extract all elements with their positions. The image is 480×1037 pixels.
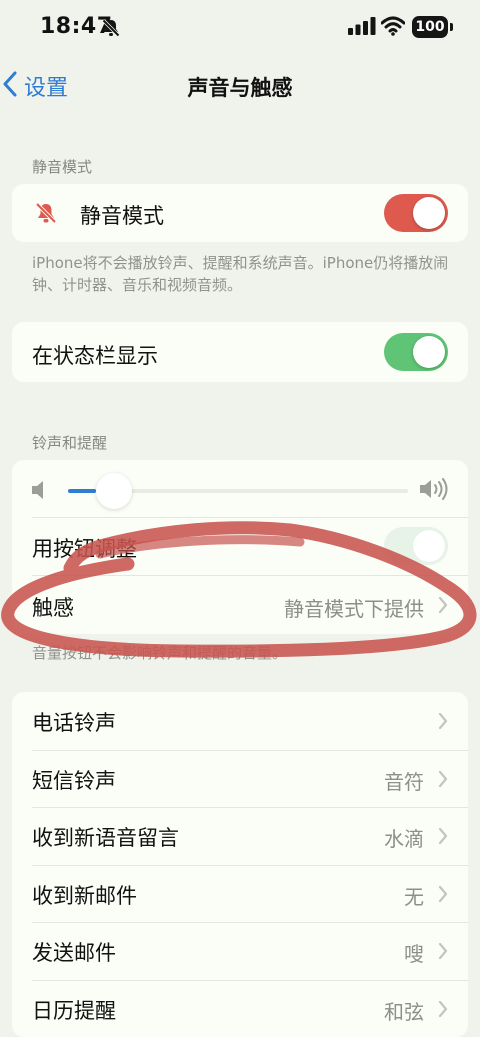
silent-mode-row: 静音模式 <box>12 184 468 242</box>
chevron-right-icon <box>438 1000 448 1022</box>
battery-cap <box>450 23 453 31</box>
toggle-knob <box>413 336 445 368</box>
ringer-footer: 音量按钮不会影响铃声和提醒的音量。 <box>32 642 452 664</box>
section-header-silent: 静音模式 <box>32 156 92 177</box>
status-bar-display-row: 在状态栏显示 <box>12 322 468 382</box>
speaker-high-icon <box>418 476 450 506</box>
chevron-right-icon <box>438 942 448 964</box>
haptics-label: 触感 <box>32 592 74 622</box>
sound-item-value: 和弦 <box>384 996 424 1025</box>
chevron-right-icon <box>438 885 448 907</box>
sound-item-value: 音符 <box>384 766 424 795</box>
volume-slider-fill <box>68 489 96 493</box>
adjust-with-buttons-label: 用按钮调整 <box>32 533 137 563</box>
chevron-right-icon <box>438 770 448 792</box>
page-title: 声音与触感 <box>0 72 480 102</box>
haptics-value: 静音模式下提供 <box>284 593 424 622</box>
wifi-icon <box>381 16 405 40</box>
volume-slider[interactable] <box>68 489 408 493</box>
navigation-bar: 设置 声音与触感 <box>0 62 480 110</box>
cellular-signal-icon <box>348 17 376 39</box>
sound-item-value: 嗖 <box>404 938 424 967</box>
chevron-right-icon <box>438 712 448 734</box>
toggle-knob <box>413 530 445 562</box>
adjust-with-buttons-row: 用按钮调整 <box>12 517 468 575</box>
sound-item-label: 电话铃声 <box>32 707 116 737</box>
haptics-row[interactable]: 触感 静音模式下提供 <box>12 575 468 634</box>
ringer-card: 用按钮调整 触感 静音模式下提供 <box>12 460 468 634</box>
section-header-ringer: 铃声和提醒 <box>32 432 107 453</box>
sound-list-item[interactable]: 短信铃声 音符 <box>12 750 468 808</box>
volume-slider-thumb[interactable] <box>96 473 132 509</box>
silent-mode-card: 静音模式 <box>12 184 468 242</box>
toggle-knob <box>413 197 445 229</box>
bell-slash-icon <box>101 18 121 42</box>
sound-item-label: 日历提醒 <box>32 995 116 1025</box>
sound-item-label: 短信铃声 <box>32 765 116 795</box>
silent-mode-footer: iPhone将不会播放铃声、提醒和系统声音。iPhone仍将播放闹钟、计时器、音… <box>32 252 452 296</box>
sound-item-label: 发送邮件 <box>32 937 116 967</box>
status-bar-display-label: 在状态栏显示 <box>32 340 158 370</box>
sounds-card: 电话铃声短信铃声 音符收到新语音留言 水滴收到新邮件 无发送邮件 嗖日历提醒 和弦 <box>12 692 468 1037</box>
silent-mode-toggle[interactable] <box>384 194 448 232</box>
battery-icon: 100 <box>412 16 448 38</box>
sound-list-item[interactable]: 收到新语音留言 水滴 <box>12 807 468 865</box>
sound-item-value: 水滴 <box>384 823 424 852</box>
sound-list-item[interactable]: 收到新邮件 无 <box>12 865 468 923</box>
status-bar-display-toggle[interactable] <box>384 333 448 371</box>
bell-slash-icon <box>34 201 58 229</box>
volume-slider-row <box>12 460 468 520</box>
silent-mode-label: 静音模式 <box>80 200 164 230</box>
sound-list-item[interactable]: 发送邮件 嗖 <box>12 922 468 980</box>
adjust-with-buttons-toggle[interactable] <box>384 527 448 565</box>
sound-item-value: 无 <box>404 881 424 910</box>
speaker-low-icon <box>30 478 48 506</box>
status-bar: 18:47 100 <box>0 0 480 56</box>
chevron-right-icon <box>438 827 448 849</box>
sound-item-label: 收到新语音留言 <box>32 822 179 852</box>
chevron-right-icon <box>438 596 448 618</box>
sound-item-label: 收到新邮件 <box>32 880 137 910</box>
sound-list-item[interactable]: 日历提醒 和弦 <box>12 980 468 1037</box>
sound-list-item[interactable]: 电话铃声 <box>12 692 468 750</box>
status-bar-display-card: 在状态栏显示 <box>12 322 468 382</box>
